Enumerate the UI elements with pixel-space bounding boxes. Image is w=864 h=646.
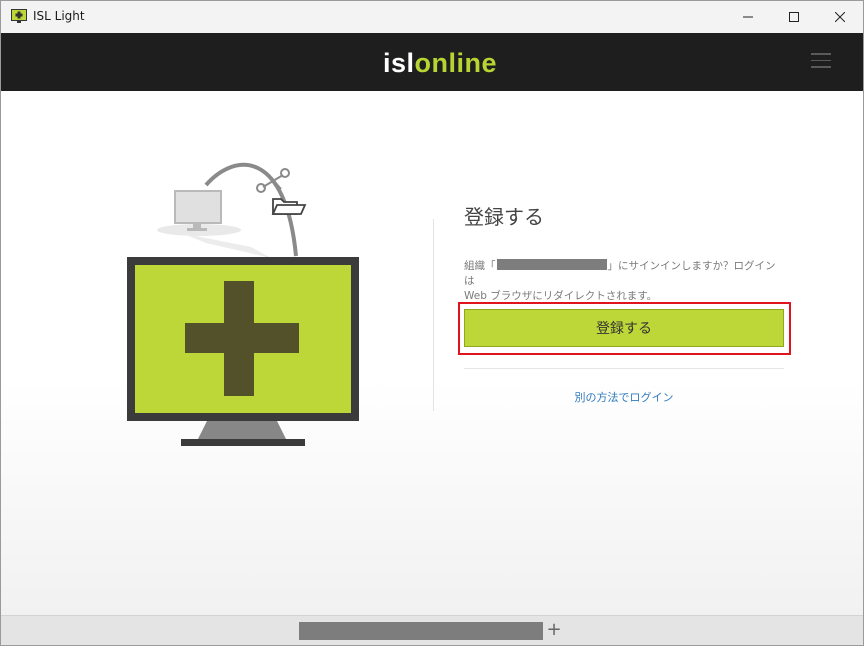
- title-bar[interactable]: ISL Light: [1, 1, 863, 33]
- large-monitor-icon: [127, 257, 359, 446]
- app-header: islonline: [1, 33, 863, 91]
- folder-icon: [271, 198, 307, 215]
- main-content: 登録する 組織「 」にサインインしますか？ログインは Web ブラウザにリダイレク…: [1, 91, 863, 615]
- redacted-org-name: [496, 259, 607, 270]
- isl-light-app-icon: [11, 9, 27, 23]
- remote-desktop-illustration: [127, 162, 359, 446]
- horizontal-divider: [464, 368, 784, 369]
- session-tab-bar: +: [1, 615, 863, 645]
- window-title: ISL Light: [33, 9, 85, 23]
- maximize-icon: [789, 12, 799, 22]
- session-tab[interactable]: [299, 622, 543, 640]
- vertical-divider: [433, 219, 434, 411]
- signup-button[interactable]: 登録する: [464, 309, 784, 347]
- app-window: ISL Light islonline 登録する 組織「 」にサインインしますか…: [0, 0, 864, 646]
- minimize-icon: [743, 16, 753, 18]
- alternative-login-link[interactable]: 別の方法でログイン: [464, 389, 784, 405]
- maximize-button[interactable]: [771, 1, 817, 33]
- signin-description: 組織「 」にサインインしますか？ログインは Web ブラウザにリダイレクトされます…: [464, 259, 776, 302]
- page-title: 登録する: [464, 205, 544, 229]
- minimize-button[interactable]: [725, 1, 771, 33]
- add-tab-button[interactable]: +: [545, 619, 563, 641]
- close-button[interactable]: [817, 1, 863, 33]
- islonline-logo: islonline: [383, 48, 498, 78]
- close-icon: [835, 12, 845, 22]
- hamburger-menu-icon[interactable]: [811, 53, 833, 71]
